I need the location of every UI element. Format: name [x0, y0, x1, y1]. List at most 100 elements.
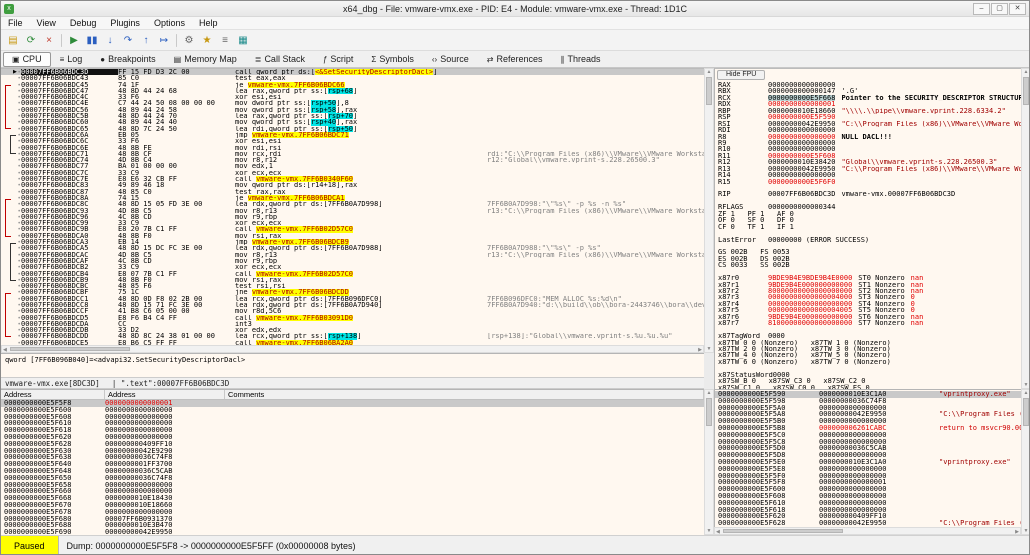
dump-row[interactable]: 0000000000E5F608 0000000000000000: [1, 414, 704, 421]
stack-row[interactable]: 0000000000E5F5D8 0000000000000000: [715, 452, 1021, 459]
stack-row[interactable]: 0000000000E5F5B0 0000000000000000: [715, 418, 1021, 425]
dump-pane[interactable]: Address Address Comments 0000000000E5F5F…: [1, 389, 704, 535]
stack-pane[interactable]: 0000000000E5F590 0000000010E3C1A0 "vprin…: [714, 389, 1021, 527]
menu-item[interactable]: Plugins: [103, 17, 147, 29]
tab-symbols[interactable]: Σ Symbols: [362, 52, 422, 67]
stack-row[interactable]: 0000000000E5F5E0 0000000010E3C1A0 "vprin…: [715, 459, 1021, 466]
open-folder-icon[interactable]: ▤: [4, 32, 22, 49]
dump-row[interactable]: 0000000000E5F638 00000000036C74F8: [1, 454, 704, 461]
tab-call-stack[interactable]: ≣ Call Stack: [246, 52, 314, 67]
tab-icon: ƒ: [323, 55, 327, 64]
dump-value: 0000000000000000: [105, 434, 225, 441]
disassembly-pane[interactable]: 00007FF6B06BDC3D FF 15 FD D3 2C 00 call …: [1, 68, 704, 345]
tab-references[interactable]: ⇄ References: [478, 52, 552, 67]
dump-row[interactable]: 0000000000E5F5F8 0000000000000001: [1, 400, 704, 407]
stack-row[interactable]: 0000000000E5F598 00000000036C74F8: [715, 398, 1021, 405]
tab-memory-map[interactable]: ▤ Memory Map: [165, 52, 246, 67]
stack-row[interactable]: 0000000000E5F5C0 0000000000000000: [715, 432, 1021, 439]
dump-col-value[interactable]: Address: [105, 390, 225, 399]
stack-row[interactable]: 0000000000E5F620 000000000409FF10: [715, 513, 1021, 520]
dump-row[interactable]: 0000000000E5F600 0000000000000000: [1, 407, 704, 414]
scrollbar-thumb[interactable]: [1023, 77, 1029, 105]
dump-value: 0000000000000001: [105, 400, 225, 407]
separator[interactable]: [61, 34, 62, 47]
stack-row[interactable]: 0000000000E5F5F0 0000000000000000: [715, 473, 1021, 480]
disasm-vertical-scrollbar[interactable]: [704, 68, 714, 353]
stack-row[interactable]: 0000000000E5F5F8 0000000000000001: [715, 479, 1021, 486]
dump-row[interactable]: 0000000000E5F678 0000000000000000: [1, 509, 704, 516]
tab-source[interactable]: ‹› Source: [423, 52, 478, 67]
dump-row[interactable]: 0000000000E5F658 0000000000000000: [1, 482, 704, 489]
minimize-button[interactable]: –: [973, 3, 990, 15]
dump-row[interactable]: 0000000000E5F648 00000000036C5CAB: [1, 468, 704, 475]
step-over-icon[interactable]: ↷: [119, 32, 137, 49]
stack-row[interactable]: 0000000000E5F5B8 000000006261CABC return…: [715, 425, 1021, 432]
dump-row[interactable]: 0000000000E5F640 0000000001FF3700: [1, 461, 704, 468]
scrollbar-thumb[interactable]: [1023, 398, 1029, 426]
scrollbar-thumb[interactable]: [10, 347, 130, 351]
maximize-button[interactable]: ▢: [991, 3, 1008, 15]
dump-vertical-scrollbar[interactable]: [704, 389, 714, 535]
stack-vertical-scrollbar[interactable]: [1021, 389, 1030, 535]
menu-item[interactable]: Debug: [63, 17, 104, 29]
stack-row[interactable]: 0000000000E5F628 00000000042E9950 "C:\\P…: [715, 520, 1021, 527]
stack-row[interactable]: 0000000000E5F5A0 0000000000000000: [715, 405, 1021, 412]
step-into-icon[interactable]: ↓: [101, 32, 119, 49]
dump-row[interactable]: 0000000000E5F630 00000000042E9290: [1, 448, 704, 455]
settings-gear-icon[interactable]: ⚙: [180, 32, 198, 49]
dump-row[interactable]: 0000000000E5F660 0000000000000000: [1, 488, 704, 495]
log-list-icon[interactable]: ≡: [216, 32, 234, 49]
stack-row[interactable]: 0000000000E5F608 0000000000000000: [715, 493, 1021, 500]
dump-row[interactable]: 0000000000E5F628 000000000409FF10: [1, 441, 704, 448]
scrollbar-thumb[interactable]: [723, 529, 843, 533]
menu-item[interactable]: Options: [147, 17, 192, 29]
tab-threads[interactable]: ∥ Threads: [551, 52, 609, 67]
run-to-return-icon[interactable]: ↦: [155, 32, 173, 49]
tab-log[interactable]: ≡ Log: [51, 52, 92, 67]
step-out-icon[interactable]: ↑: [137, 32, 155, 49]
pause-icon[interactable]: ▮▮: [83, 32, 101, 49]
favourites-star-icon[interactable]: ★: [198, 32, 216, 49]
dump-row[interactable]: 0000000000E5F680 00007FF6B0931370: [1, 516, 704, 523]
stack-row[interactable]: 0000000000E5F5A8 00000000042E9950 "C:\\P…: [715, 411, 1021, 418]
stack-comment: "vprintproxy.exe": [939, 391, 1021, 398]
dump-col-address[interactable]: Address: [1, 390, 105, 399]
registers-vertical-scrollbar[interactable]: [1021, 68, 1030, 389]
stack-row[interactable]: 0000000000E5F600 0000000000000000: [715, 486, 1021, 493]
menu-item[interactable]: File: [1, 17, 30, 29]
separator[interactable]: [176, 34, 177, 47]
dump-row[interactable]: 0000000000E5F620 0000000000000000: [1, 434, 704, 441]
stack-row[interactable]: 0000000000E5F590 0000000010E3C1A0 "vprin…: [715, 391, 1021, 398]
dump-row[interactable]: 0000000000E5F610 0000000000000000: [1, 420, 704, 427]
memory-grid-icon[interactable]: ▦: [234, 32, 252, 49]
dump-row[interactable]: 0000000000E5F668 0000000010E18430: [1, 495, 704, 502]
stop-icon[interactable]: ×: [40, 32, 58, 49]
dump-row[interactable]: 0000000000E5F670 0000000010E18660: [1, 502, 704, 509]
tab-cpu[interactable]: ▣ CPU: [3, 52, 51, 67]
dump-comment: [225, 482, 704, 489]
stack-row[interactable]: 0000000000E5F610 0000000000000000: [715, 500, 1021, 507]
tab-label: Threads: [567, 54, 600, 64]
tab-breakpoints[interactable]: ● Breakpoints: [91, 52, 164, 67]
stack-row[interactable]: 0000000000E5F5D0 00000000036C5CAB: [715, 445, 1021, 452]
close-button[interactable]: ✕: [1009, 3, 1026, 15]
restart-icon[interactable]: ⟳: [22, 32, 40, 49]
menu-item[interactable]: Help: [192, 17, 225, 29]
stack-value: 0000000000000000: [819, 486, 939, 493]
dump-col-comments[interactable]: Comments: [225, 390, 704, 399]
run-icon[interactable]: ▶: [65, 32, 83, 49]
dump-row[interactable]: 0000000000E5F618 0000000000000000: [1, 427, 704, 434]
stack-row[interactable]: 0000000000E5F5E8 0000000000000000: [715, 466, 1021, 473]
hide-fpu-button[interactable]: Hide FPU: [717, 70, 765, 80]
stack-horizontal-scrollbar[interactable]: [714, 527, 1021, 535]
registers-pane[interactable]: Hide FPU RAX 0000000000000000 RBX 000000…: [714, 68, 1021, 389]
stack-row[interactable]: 0000000000E5F5C8 0000000000000000: [715, 439, 1021, 446]
menu-item[interactable]: View: [30, 17, 63, 29]
dump-row[interactable]: 0000000000E5F650 00000000036C74F8: [1, 475, 704, 482]
disasm-horizontal-scrollbar[interactable]: [1, 345, 704, 353]
tab-script[interactable]: ƒ Script: [314, 52, 362, 67]
scrollbar-thumb[interactable]: [706, 398, 712, 426]
dump-row[interactable]: 0000000000E5F688 0000000010E3B470: [1, 522, 704, 529]
stack-row[interactable]: 0000000000E5F618 0000000000000000: [715, 507, 1021, 514]
scrollbar-thumb[interactable]: [706, 77, 712, 105]
